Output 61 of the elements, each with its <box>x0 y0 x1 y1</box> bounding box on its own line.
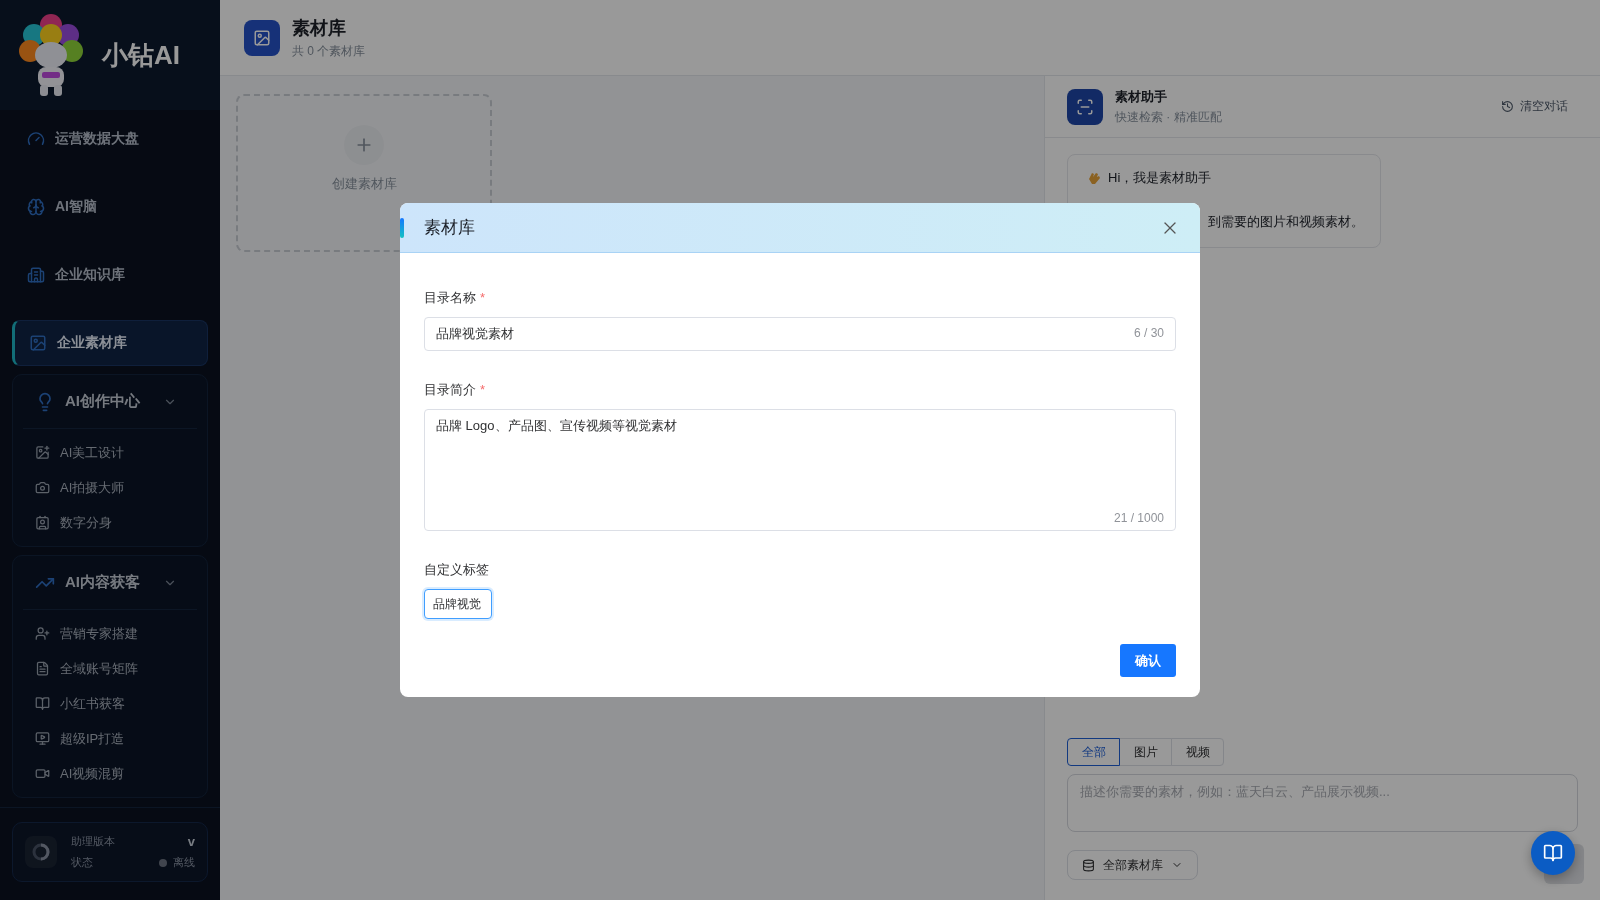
assistant-title: 素材助手 <box>1115 87 1168 106</box>
nav-subitem[interactable]: AI视频混剪 <box>13 756 207 791</box>
field-label: 目录简介 * <box>424 381 487 399</box>
history-icon <box>1501 100 1514 113</box>
page-subtitle: 共 0 个素材库 <box>292 42 366 60</box>
nav-group-header[interactable]: AI内容获客 <box>23 556 197 610</box>
status-dot <box>159 858 167 867</box>
char-counter: 6 / 30 <box>1133 326 1164 340</box>
library-icon <box>244 19 280 56</box>
tag-input[interactable]: 品牌视觉 <box>424 589 492 619</box>
nav-group-header[interactable]: AI创作中心 <box>23 375 197 429</box>
filter-tab[interactable]: 图片 <box>1119 738 1172 766</box>
field-label: 自定义标签 <box>424 561 490 579</box>
nav-item[interactable]: 企业知识库 <box>12 252 208 298</box>
message-text: 到需要的图片和视频素材。 <box>1208 213 1364 231</box>
assistant-subtitle: 快速检索 · 精准匹配 <box>1115 108 1222 126</box>
accent-bar <box>400 217 404 238</box>
char-counter: 21 / 1000 <box>1113 511 1164 525</box>
camera-icon <box>35 480 50 495</box>
book-icon <box>35 696 50 711</box>
version-value: v <box>187 834 195 849</box>
nav-subitem[interactable]: 数字分身 <box>13 505 207 540</box>
assistant-icon <box>1067 88 1103 125</box>
database-icon <box>1082 858 1095 872</box>
nav-item[interactable]: 企业素材库 <box>12 320 208 366</box>
nav-subitem[interactable]: AI美工设计 <box>13 435 207 470</box>
confirm-button[interactable]: 确认 <box>1120 644 1176 677</box>
building-icon <box>27 266 45 284</box>
monitor-icon <box>35 731 50 746</box>
plus-icon <box>344 125 384 165</box>
nav-subitem[interactable]: 营销专家搭建 <box>13 616 207 651</box>
nav-item[interactable]: 运营数据大盘 <box>12 116 208 162</box>
nav-subitem[interactable]: 超级IP打造 <box>13 721 207 756</box>
clear-chat-button[interactable]: 清空对话 <box>1495 97 1574 116</box>
status-value: 离线 <box>173 855 195 870</box>
loading-icon <box>25 836 57 868</box>
greeting-text: Hi，我是素材助手 <box>1108 169 1212 187</box>
nav-item[interactable]: AI智脑 <box>12 184 208 230</box>
brand-name: 小钻AI <box>102 38 180 72</box>
filter-tab[interactable]: 视频 <box>1171 738 1224 766</box>
field-label: 目录名称 * <box>424 289 487 307</box>
create-library-label: 创建素材库 <box>331 175 397 193</box>
version-label: 助理版本 <box>71 834 115 849</box>
contact-card-icon <box>35 515 50 530</box>
status-label: 状态 <box>71 855 93 870</box>
library-dropdown[interactable]: 全部素材库 <box>1067 850 1198 880</box>
waving-hand-icon <box>1086 170 1102 186</box>
nav-subitem[interactable]: 小红书获客 <box>13 686 207 721</box>
book-icon <box>1543 843 1563 863</box>
brain-icon <box>27 198 45 216</box>
page-title: 素材库 <box>292 16 347 40</box>
document-icon <box>35 661 50 676</box>
image-icon <box>29 334 47 352</box>
nav-subitem[interactable]: AI拍摄大师 <box>13 470 207 505</box>
user-plus-icon <box>35 626 50 641</box>
video-icon <box>35 766 50 781</box>
nav-subitem[interactable]: 全域账号矩阵 <box>13 651 207 686</box>
image-plus-icon <box>35 445 50 460</box>
gauge-icon <box>27 130 45 148</box>
filter-tab[interactable]: 全部 <box>1067 738 1120 766</box>
dialog-title: 素材库 <box>424 217 475 239</box>
